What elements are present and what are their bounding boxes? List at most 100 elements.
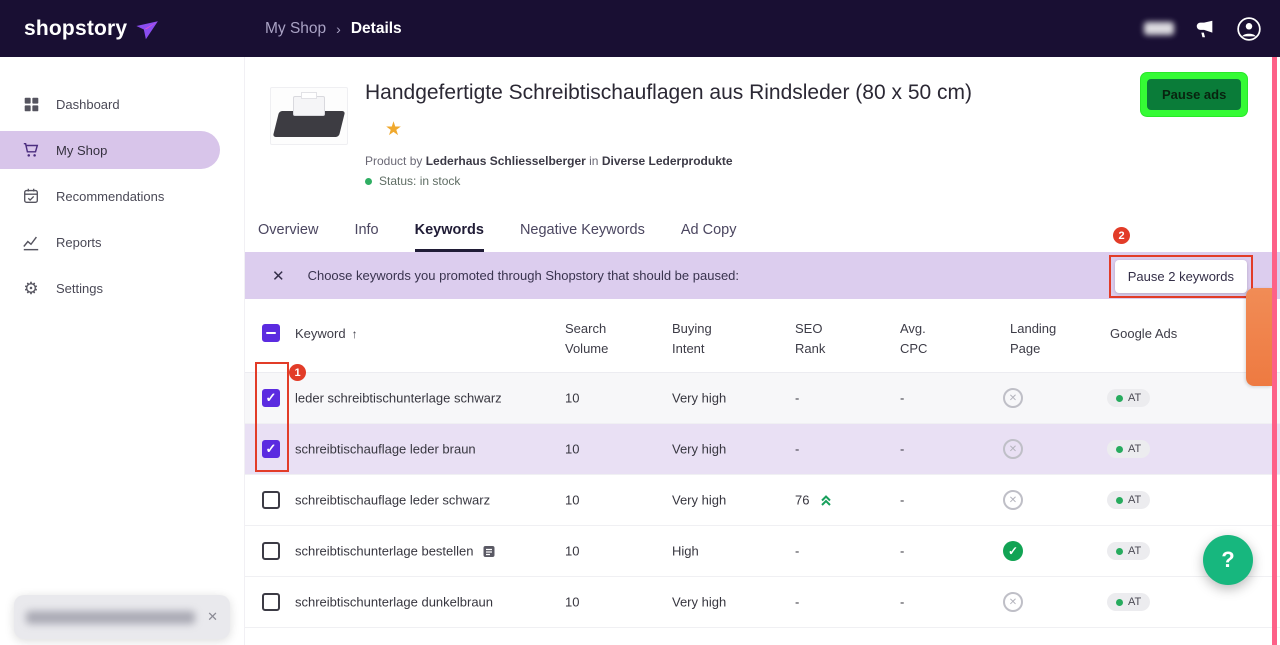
pause-keywords-button[interactable]: Pause 2 keywords [1115,260,1247,293]
annotation-highlight-pause-ads: Pause ads [1141,73,1247,116]
active-dot-icon [1116,497,1123,504]
annotation-badge-2: 2 [1113,227,1130,244]
rating-star-icon[interactable]: ★ [385,118,402,141]
row-checkbox[interactable] [262,542,280,560]
byline-connector: in [589,154,598,168]
buying-intent-cell: High [672,544,699,559]
annotation-badge-1: 1 [289,364,306,381]
sidebar-item-dashboard[interactable]: Dashboard [0,81,244,127]
avg-cpc-cell: - [900,391,904,406]
product-byline: Product by Lederhaus Schliesselberger in… [365,154,733,168]
tab-keywords[interactable]: Keywords [415,222,484,252]
column-header-buying-intent: BuyingIntent [672,319,712,359]
avg-cpc-cell: - [900,544,904,559]
keyword-cell: schreibtischauflage leder braun [295,442,476,457]
annotation-rect-2: Pause 2 keywords [1109,255,1253,298]
sidebar-item-label: My Shop [56,143,107,158]
row-checkbox[interactable] [262,491,280,509]
logo[interactable]: shopstory [24,0,158,57]
landing-page-not-set-icon[interactable]: ✕ [1003,490,1023,510]
landing-page-ok-icon[interactable]: ✓ [1003,541,1023,561]
seo-rank-cell: - [795,391,799,406]
main-content: Handgefertigte Schreibtischauflagen aus … [245,57,1280,645]
column-header-search-volume: SearchVolume [565,319,608,359]
keyword-cell: schreibtischunterlage bestellen [295,544,496,559]
search-volume-cell: 10 [565,595,579,610]
google-ads-region-badge: AT [1107,389,1150,407]
keyword-cell: leder schreibtischunterlage schwarz [295,391,502,406]
active-dot-icon [1116,395,1123,402]
landing-page-not-set-icon[interactable]: ✕ [1003,388,1023,408]
buying-intent-cell: Very high [672,391,726,406]
google-ads-region-badge: AT [1107,542,1150,560]
banner-close-icon[interactable]: ✕ [272,267,285,285]
search-volume-cell: 10 [565,391,579,406]
buying-intent-cell: Very high [672,493,726,508]
tab-overview[interactable]: Overview [258,222,318,252]
buying-intent-cell: Very high [672,442,726,457]
help-button[interactable]: ? [1203,535,1253,585]
annotation-rect-1 [255,362,289,472]
sort-ascending-icon[interactable]: ↑ [352,327,358,341]
table-row: schreibtischauflage leder schwarz 10 Ver… [245,475,1280,526]
tab-negative-keywords[interactable]: Negative Keywords [520,222,645,252]
avg-cpc-cell: - [900,595,904,610]
breadcrumb-separator-icon: › [336,21,341,37]
sidebar-item-label: Recommendations [56,189,164,204]
breadcrumb: My Shop › Details [265,0,402,57]
seo-rank-cell: - [795,544,799,559]
active-dot-icon [1116,548,1123,555]
gear-icon: ⚙ [22,279,40,297]
select-all-checkbox[interactable] [262,324,280,342]
account-icon[interactable] [1236,16,1262,42]
active-dot-icon [1116,446,1123,453]
column-header-google-ads: Google Ads [1110,326,1177,341]
sidebar-item-settings[interactable]: ⚙ Settings [0,265,244,311]
line-chart-icon [22,233,40,251]
pause-keywords-banner: ✕ Choose keywords you promoted through S… [245,252,1280,299]
stock-status: Status: in stock [365,174,460,188]
toast-close-icon[interactable]: ✕ [207,609,218,625]
blurred-notification-toast: ✕ [14,595,230,639]
tab-ad-copy[interactable]: Ad Copy [681,222,737,252]
search-volume-cell: 10 [565,442,579,457]
active-dot-icon [1116,599,1123,606]
sidebar-item-label: Settings [56,281,103,296]
sidebar-item-recommendations[interactable]: Recommendations [0,173,244,219]
right-edge-strip [1272,57,1277,645]
column-header-keyword[interactable]: Keyword ↑ [295,326,358,341]
search-volume-cell: 10 [565,493,579,508]
top-bar: shopstory My Shop › Details [0,0,1280,57]
topbar-actions [1144,0,1262,57]
pause-ads-button[interactable]: Pause ads [1147,79,1241,110]
seo-rank-cell: - [795,595,799,610]
dashboard-icon [22,95,40,113]
row-checkbox[interactable] [262,593,280,611]
table-row: schreibtischauflage leder braun 10 Very … [245,424,1280,475]
landing-page-not-set-icon[interactable]: ✕ [1003,592,1023,612]
keyword-cell: schreibtischauflage leder schwarz [295,493,490,508]
tab-info[interactable]: Info [354,222,378,252]
landing-page-not-set-icon[interactable]: ✕ [1003,439,1023,459]
column-header-avg-cpc: Avg.CPC [900,319,927,359]
keywords-table-header: Keyword ↑ SearchVolume BuyingIntent SEOR… [245,299,1280,373]
product-image [270,87,348,145]
seo-rank-cell: - [795,442,799,457]
note-icon[interactable] [482,544,496,558]
seller-name: Lederhaus Schliesselberger [426,154,586,168]
logo-text: shopstory [24,17,127,41]
search-volume-cell: 10 [565,544,579,559]
keywords-table-body: leder schreibtischunterlage schwarz 10 V… [245,373,1280,628]
megaphone-icon[interactable] [1194,18,1216,40]
sidebar-item-my-shop[interactable]: My Shop [0,131,220,169]
avg-cpc-cell: - [900,442,904,457]
product-category: Diverse Lederprodukte [602,154,733,168]
table-row: leder schreibtischunterlage schwarz 10 V… [245,373,1280,424]
feedback-side-tab[interactable] [1246,288,1272,386]
breadcrumb-parent[interactable]: My Shop [265,20,326,38]
keyword-cell: schreibtischunterlage dunkelbraun [295,595,493,610]
sidebar-item-reports[interactable]: Reports [0,219,244,265]
calendar-check-icon [22,187,40,205]
breadcrumb-current: Details [351,20,402,38]
sidebar-item-label: Dashboard [56,97,120,112]
